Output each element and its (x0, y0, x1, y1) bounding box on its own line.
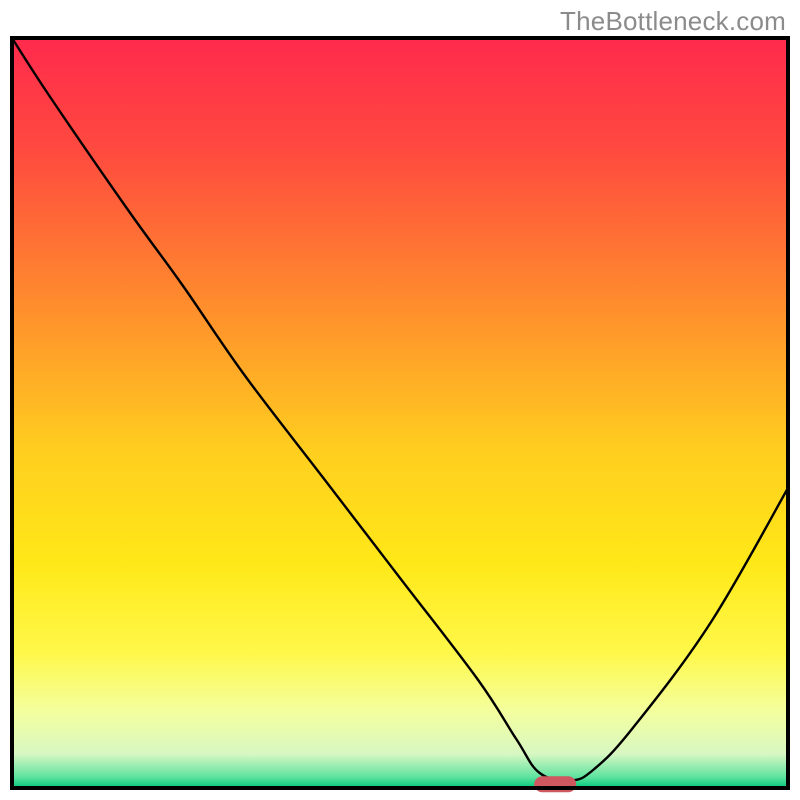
chart-container: TheBottleneck.com (0, 0, 800, 800)
watermark-label: TheBottleneck.com (560, 6, 786, 37)
bottleneck-chart (0, 0, 800, 800)
chart-background (12, 38, 788, 788)
